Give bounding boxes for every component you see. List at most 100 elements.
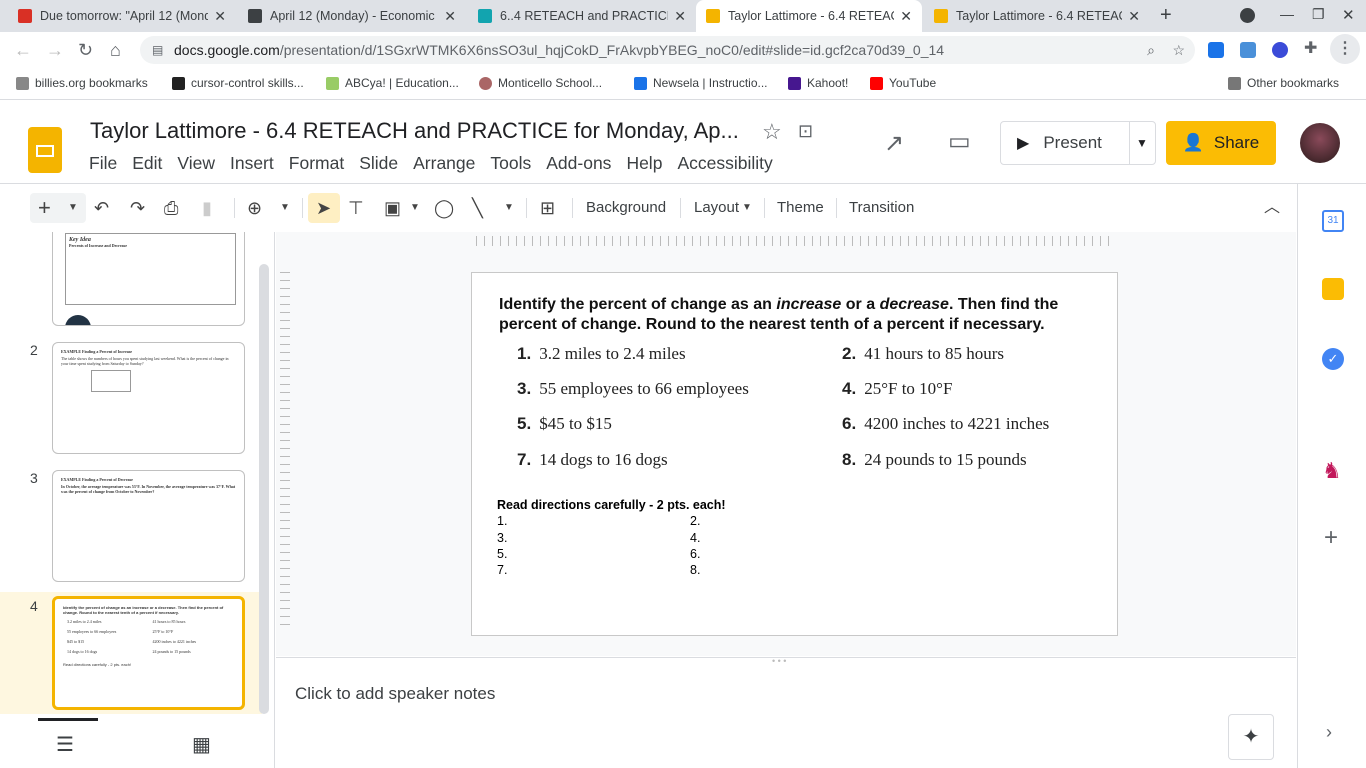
shape-icon[interactable]: ◯: [434, 196, 454, 220]
notes-resize-handle[interactable]: • • •: [772, 656, 786, 666]
new-slide-button[interactable]: +: [38, 196, 51, 220]
slide[interactable]: Identify the percent of change as an inc…: [471, 272, 1118, 636]
paint-format-icon[interactable]: ▮: [202, 196, 212, 220]
grid-view-icon[interactable]: ▦: [192, 732, 211, 757]
menu-edit[interactable]: Edit: [132, 153, 162, 174]
speaker-notes-placeholder[interactable]: Click to add speaker notes: [295, 684, 495, 704]
filmstrip-scrollbar[interactable]: [259, 264, 269, 714]
menu-arrange[interactable]: Arrange: [413, 153, 475, 174]
slide-thumbnail-2[interactable]: EXAMPLE Finding a Percent of Increase Th…: [52, 342, 245, 454]
answer-label[interactable]: 7.: [497, 563, 507, 577]
line-icon[interactable]: ╲: [472, 196, 483, 220]
kami-extension-icon[interactable]: [1272, 42, 1288, 58]
menu-view[interactable]: View: [177, 153, 215, 174]
bookmark[interactable]: Kahoot!: [788, 76, 848, 90]
menu-addons[interactable]: Add-ons: [546, 153, 611, 174]
answer-label[interactable]: 3.: [497, 531, 507, 545]
image-dropdown-icon[interactable]: ▼: [410, 196, 420, 220]
filmstrip-view-icon[interactable]: ☰: [56, 732, 74, 757]
extension-icon[interactable]: [1240, 42, 1256, 58]
browser-tab[interactable]: Due tomorrow: "April 12 (Monday)✕: [8, 0, 236, 32]
answer-label[interactable]: 5.: [497, 547, 507, 561]
slides-logo[interactable]: [28, 127, 62, 173]
line-dropdown-icon[interactable]: ▼: [504, 196, 514, 220]
layout-dropdown-icon[interactable]: ▼: [68, 196, 78, 220]
image-icon[interactable]: ▣: [384, 196, 401, 220]
slide-instructions[interactable]: Identify the percent of change as an inc…: [499, 295, 1099, 335]
url-input[interactable]: ▤ docs.google.com/presentation/d/1SGxrWTM…: [140, 36, 1195, 64]
print-icon[interactable]: ⎙: [164, 196, 178, 220]
account-avatar[interactable]: [1300, 123, 1340, 163]
answer-label[interactable]: 1.: [497, 514, 507, 528]
present-button[interactable]: ▶ Present ▼: [1000, 121, 1156, 165]
browser-tab[interactable]: Taylor Lattimore - 6.4 RETEACH ✕: [924, 0, 1150, 32]
browser-tab-active[interactable]: Taylor Lattimore - 6.4 RETEACH ✕: [696, 0, 922, 32]
document-title[interactable]: Taylor Lattimore - 6.4 RETEACH and PRACT…: [90, 118, 739, 144]
back-icon[interactable]: ←: [14, 40, 32, 61]
undo-icon[interactable]: ↶: [94, 196, 109, 220]
bookmark[interactable]: billies.org bookmarks: [16, 76, 148, 90]
bookmark[interactable]: Monticello School...: [479, 76, 602, 90]
menu-insert[interactable]: Insert: [230, 153, 274, 174]
star-icon[interactable]: ☆: [762, 119, 782, 145]
close-tab-icon[interactable]: ✕: [1128, 8, 1140, 25]
redo-icon[interactable]: ↷: [130, 196, 145, 220]
slide-filmstrip[interactable]: Key Idea Percents of Increase and Decrea…: [0, 232, 275, 768]
text-box-icon[interactable]: ⊤: [348, 196, 364, 220]
theme-button[interactable]: Theme: [777, 196, 824, 220]
reload-icon[interactable]: ↻: [78, 40, 93, 61]
present-options-dropdown[interactable]: ▼: [1129, 122, 1148, 164]
zoom-icon[interactable]: ⌕: [1147, 36, 1155, 64]
activity-trend-icon[interactable]: ↗: [884, 129, 904, 158]
menu-format[interactable]: Format: [289, 153, 344, 174]
menu-accessibility[interactable]: Accessibility: [677, 153, 772, 174]
bookmark[interactable]: YouTube: [870, 76, 936, 90]
menu-help[interactable]: Help: [626, 153, 662, 174]
zoom-icon[interactable]: ⊕: [247, 196, 262, 220]
minimize-button[interactable]: —: [1280, 6, 1294, 22]
get-addons-icon[interactable]: +: [1324, 524, 1338, 552]
answer-label[interactable]: 4.: [690, 531, 700, 545]
bookmark[interactable]: cursor-control skills...: [172, 76, 304, 90]
menu-tools[interactable]: Tools: [490, 153, 531, 174]
slide-thumbnail-3[interactable]: EXAMPLE Finding a Percent of Decrease In…: [52, 470, 245, 582]
forward-icon[interactable]: →: [46, 40, 64, 61]
close-window-button[interactable]: ✕: [1342, 6, 1355, 24]
browser-tab[interactable]: 6..4 RETEACH and PRACTICE ✕: [468, 0, 696, 32]
background-button[interactable]: Background: [586, 196, 666, 220]
comments-icon[interactable]: ▭: [948, 127, 971, 156]
extension-icon[interactable]: [1208, 42, 1224, 58]
menu-slide[interactable]: Slide: [359, 153, 398, 174]
answer-label[interactable]: 6.: [690, 547, 700, 561]
close-tab-icon[interactable]: ✕: [674, 8, 686, 25]
add-comment-icon[interactable]: ⊞: [540, 196, 555, 220]
tab-search-icon[interactable]: [1240, 8, 1255, 23]
transition-button[interactable]: Transition: [849, 196, 914, 220]
explore-button[interactable]: ✦: [1228, 714, 1274, 760]
slide-thumbnail-4-selected[interactable]: Identify the percent of change as an inc…: [52, 596, 245, 710]
close-tab-icon[interactable]: ✕: [444, 8, 456, 25]
close-tab-icon[interactable]: ✕: [214, 8, 226, 25]
tasks-icon[interactable]: ✓: [1322, 348, 1344, 370]
menu-file[interactable]: File: [89, 153, 117, 174]
calendar-icon[interactable]: 31: [1322, 210, 1344, 232]
show-side-panel-icon[interactable]: ›: [1326, 722, 1332, 743]
bookmark-star-icon[interactable]: ☆: [1172, 36, 1185, 64]
collapse-toolbar-icon[interactable]: ︿: [1264, 196, 1280, 220]
browser-tab[interactable]: April 12 (Monday) - Economic ✕: [238, 0, 466, 32]
bookmark[interactable]: ABCya! | Education...: [326, 76, 459, 90]
answer-label[interactable]: 8.: [690, 563, 700, 577]
slide-thumbnail-1[interactable]: Key Idea Percents of Increase and Decrea…: [52, 232, 245, 326]
new-tab-button[interactable]: +: [1160, 4, 1172, 27]
bookmark[interactable]: Newsela | Instructio...: [634, 76, 768, 90]
answer-heading[interactable]: Read directions carefully - 2 pts. each!: [497, 498, 726, 512]
speaker-notes[interactable]: • • • Click to add speaker notes ✦: [276, 656, 1296, 768]
other-bookmarks-folder[interactable]: Other bookmarks: [1228, 76, 1339, 90]
select-cursor-icon[interactable]: ➤: [316, 196, 331, 220]
layout-button[interactable]: Layout: [694, 196, 739, 220]
browser-menu-icon[interactable]: ⋮: [1330, 34, 1360, 64]
close-tab-icon[interactable]: ✕: [900, 8, 912, 25]
home-icon[interactable]: ⌂: [110, 40, 121, 61]
keep-icon[interactable]: [1322, 278, 1344, 300]
zoom-dropdown-icon[interactable]: ▼: [280, 196, 290, 220]
